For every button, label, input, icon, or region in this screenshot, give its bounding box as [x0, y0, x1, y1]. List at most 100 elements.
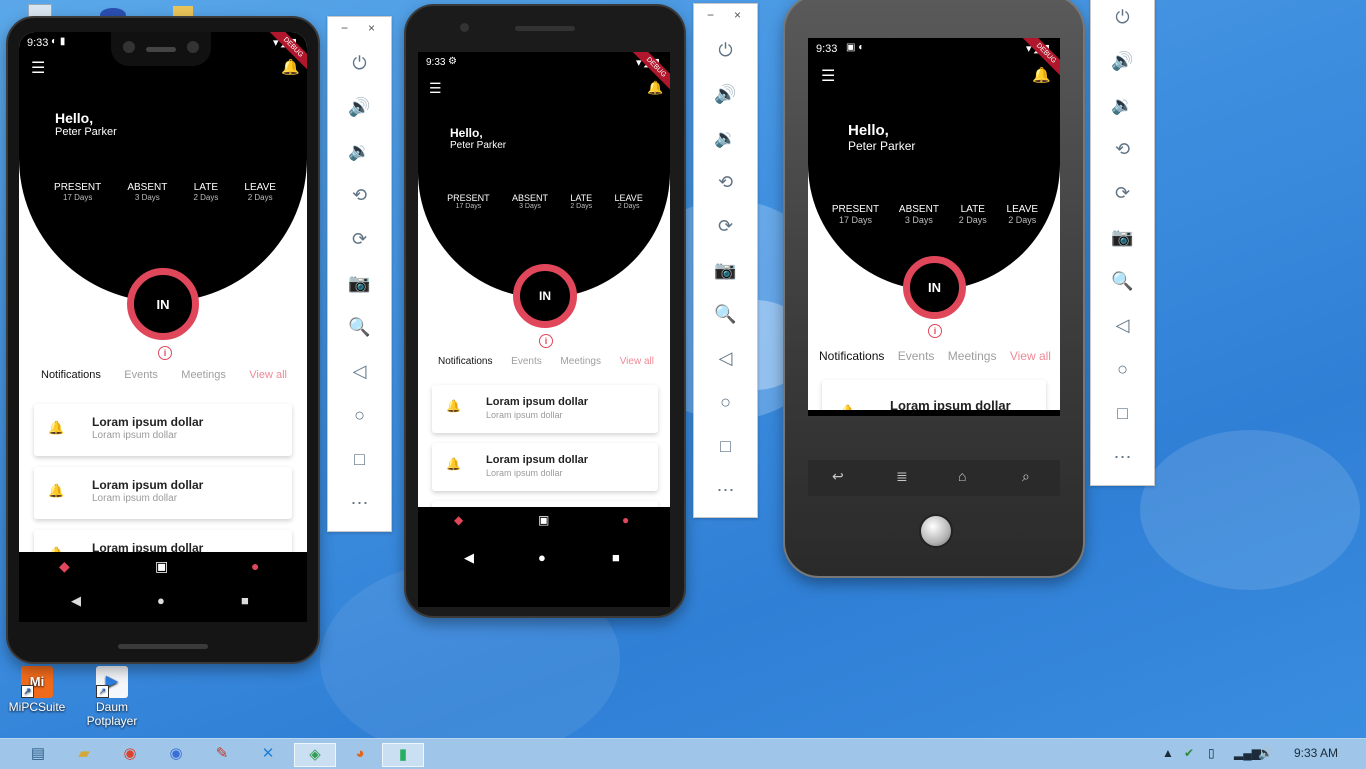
account-circle-icon[interactable]: ●	[622, 513, 629, 527]
volume-icon[interactable]: 🔊	[1258, 746, 1273, 760]
tab-notifications[interactable]: Notifications	[41, 369, 101, 381]
chrome-icon[interactable]: ◉	[118, 743, 142, 765]
android-studio-icon[interactable]: ◈	[294, 743, 336, 767]
firefox-icon[interactable]: ◕	[348, 743, 372, 765]
emulator-icon[interactable]: ▮	[382, 743, 424, 767]
briefcase-icon[interactable]: ▣	[538, 513, 549, 527]
more-icon[interactable]: ⋯	[694, 480, 757, 501]
usb-device-icon[interactable]: ▯	[1208, 746, 1215, 760]
back-icon[interactable]: ◁	[328, 361, 391, 382]
overview-icon[interactable]: □	[328, 449, 391, 470]
check-in-button[interactable]: IN	[513, 264, 577, 328]
more-icon[interactable]: ⋯	[1091, 447, 1154, 468]
file-explorer-icon[interactable]: ▰	[72, 743, 96, 765]
notification-card[interactable]: 🔔 Loram ipsum dollar Loram ipsum dollar	[432, 443, 658, 491]
rotate-right-icon[interactable]: ⟳	[328, 229, 391, 250]
notification-bell-icon[interactable]: 🔔	[281, 58, 300, 76]
rotate-right-icon[interactable]: ⟳	[694, 216, 757, 237]
check-in-button[interactable]: IN	[127, 268, 199, 340]
menu-key-icon[interactable]: ≣	[896, 468, 908, 485]
power-icon[interactable]: ⏻	[1091, 7, 1154, 28]
hamburger-menu-icon[interactable]: ☰	[31, 58, 45, 78]
info-icon[interactable]: i	[158, 346, 172, 360]
notification-card[interactable]: 🔔 Loram ipsum dollar Loram ipsum dollar	[432, 385, 658, 433]
overview-icon[interactable]: □	[1091, 403, 1154, 424]
info-icon[interactable]: i	[928, 324, 942, 338]
recents-nav-icon[interactable]: ■	[241, 593, 249, 608]
layers-icon[interactable]: ◆	[454, 513, 463, 527]
home-icon[interactable]: ○	[1091, 359, 1154, 380]
power-icon[interactable]: ⏻	[328, 53, 391, 74]
tab-meetings[interactable]: Meetings	[181, 369, 226, 381]
zoom-icon[interactable]: 🔍	[1091, 271, 1154, 292]
hamburger-menu-icon[interactable]: ☰	[821, 66, 835, 86]
volume-up-icon[interactable]: 🔊	[1091, 51, 1154, 72]
back-key-icon[interactable]: ↩	[832, 468, 844, 485]
desktop-icon-mipcsuite[interactable]: Mi ↗ MiPCSuite	[2, 666, 72, 714]
briefcase-icon[interactable]: ▣	[155, 558, 168, 575]
tab-events[interactable]: Events	[124, 369, 158, 381]
start-button-icon[interactable]: ▤	[26, 743, 50, 765]
camera-icon[interactable]: 📷	[1091, 227, 1154, 248]
zoom-icon[interactable]: 🔍	[328, 317, 391, 338]
back-nav-icon[interactable]: ◀	[464, 550, 474, 566]
close-button[interactable]: ×	[734, 8, 741, 22]
view-all-link[interactable]: View all	[620, 356, 654, 367]
notification-card[interactable]: 🔔 Loram ipsum dollar Loram ipsum dollar	[34, 404, 292, 456]
minimize-button[interactable]: −	[341, 21, 348, 35]
clock[interactable]: 9:33 AM	[1294, 746, 1338, 760]
zoom-icon[interactable]: 🔍	[694, 304, 757, 325]
volume-up-icon[interactable]: 🔊	[328, 97, 391, 118]
home-nav-icon[interactable]: ●	[538, 550, 546, 565]
notification-bell-icon[interactable]: 🔔	[647, 80, 663, 96]
security-icon[interactable]: ✔	[1184, 746, 1194, 760]
recents-nav-icon[interactable]: ■	[612, 550, 620, 565]
volume-up-icon[interactable]: 🔊	[694, 84, 757, 105]
tab-meetings[interactable]: Meetings	[560, 356, 601, 367]
info-icon[interactable]: i	[539, 334, 553, 348]
home-icon[interactable]: ○	[694, 392, 757, 413]
home-nav-icon[interactable]: ●	[157, 593, 165, 608]
search-key-icon[interactable]: ⌕	[1022, 468, 1030, 485]
tab-notifications[interactable]: Notifications	[438, 356, 492, 367]
check-in-button[interactable]: IN	[903, 256, 966, 319]
back-icon[interactable]: ◁	[1091, 315, 1154, 336]
show-hidden-icons-icon[interactable]: ▲	[1162, 746, 1174, 760]
minimize-button[interactable]: −	[707, 8, 714, 22]
home-icon[interactable]: ○	[328, 405, 391, 426]
view-all-link[interactable]: View all	[1010, 349, 1051, 363]
notification-bell-icon[interactable]: 🔔	[1032, 66, 1051, 84]
close-button[interactable]: ×	[368, 21, 375, 35]
home-key-icon[interactable]: ⌂	[958, 468, 966, 484]
chromium-icon[interactable]: ◉	[164, 743, 188, 765]
notification-card[interactable]: 🔔 Loram ipsum dollar Loram ipsum dollar	[34, 467, 292, 519]
tab-meetings[interactable]: Meetings	[948, 349, 997, 363]
rotate-left-icon[interactable]: ⟲	[1091, 139, 1154, 160]
back-nav-icon[interactable]: ◀	[71, 593, 81, 609]
power-icon[interactable]: ⏻	[694, 40, 757, 61]
more-icon[interactable]: ⋯	[328, 493, 391, 514]
view-all-link[interactable]: View all	[249, 369, 287, 381]
hamburger-menu-icon[interactable]: ☰	[429, 80, 442, 97]
account-circle-icon[interactable]: ●	[251, 558, 259, 574]
layers-icon[interactable]: ◆	[59, 558, 70, 575]
paint-icon[interactable]: ✎	[210, 743, 234, 765]
volume-down-icon[interactable]: 🔉	[694, 128, 757, 149]
camera-icon[interactable]: 📷	[328, 273, 391, 294]
vscode-icon[interactable]: ✕	[256, 743, 280, 765]
overview-icon[interactable]: □	[694, 436, 757, 457]
network-icon[interactable]: ▂▄▆	[1234, 746, 1261, 760]
greeting: Hello,	[55, 110, 94, 126]
rotate-left-icon[interactable]: ⟲	[694, 172, 757, 193]
desktop-icon-potplayer[interactable]: ▶ ↗ Daum Potplayer	[77, 666, 147, 728]
volume-down-icon[interactable]: 🔉	[1091, 95, 1154, 116]
tab-events[interactable]: Events	[898, 349, 935, 363]
volume-down-icon[interactable]: 🔉	[328, 141, 391, 162]
tab-notifications[interactable]: Notifications	[819, 349, 884, 363]
back-icon[interactable]: ◁	[694, 348, 757, 369]
camera-icon[interactable]: 📷	[694, 260, 757, 281]
tab-events[interactable]: Events	[511, 356, 542, 367]
trackball[interactable]	[919, 514, 953, 548]
rotate-right-icon[interactable]: ⟳	[1091, 183, 1154, 204]
rotate-left-icon[interactable]: ⟲	[328, 185, 391, 206]
